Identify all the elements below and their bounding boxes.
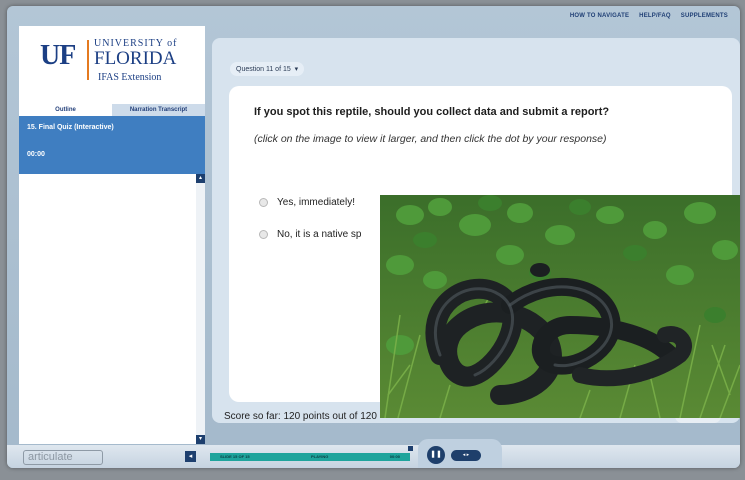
scroll-down-button[interactable]: ▾ [196, 435, 205, 444]
score-text: Score so far: 120 points out of 120 [224, 411, 377, 422]
question-selector-label: Question 11 of 15 [236, 66, 291, 73]
snake-image [380, 195, 740, 418]
volume-icon[interactable]: ◂ [185, 451, 196, 462]
tab-outline[interactable]: Outline [19, 104, 112, 116]
question-instruction: (click on the image to view it larger, a… [254, 133, 607, 145]
progress-time-label: 00:00 [389, 454, 400, 459]
radio-button[interactable] [259, 198, 268, 207]
logo-divider [87, 40, 89, 80]
progress-slide-label: SLIDE 15 OF 15 [220, 454, 250, 459]
progress-marker[interactable] [408, 446, 413, 451]
prev-next-buttons[interactable]: ◂ ▸ [451, 450, 481, 461]
radio-button[interactable] [259, 230, 268, 239]
supplements-link[interactable]: SUPPLEMENTS [681, 13, 728, 19]
help-faq-link[interactable]: HELP/FAQ [639, 13, 671, 19]
logo-florida: FLORIDA [94, 48, 177, 69]
answer-label: No, it is a native sp [277, 229, 362, 240]
pause-icon[interactable]: ❚❚ [427, 446, 445, 464]
tab-narration-transcript[interactable]: Narration Transcript [112, 104, 205, 116]
snake-photo[interactable] [380, 195, 740, 418]
how-to-navigate-link[interactable]: HOW TO NAVIGATE [570, 13, 629, 19]
outline-item-final-quiz[interactable]: 15. Final Quiz (Interactive) [27, 124, 114, 131]
player-frame: HOW TO NAVIGATE HELP/FAQ SUPPLEMENTS UF … [7, 6, 740, 468]
slide-progress-bar[interactable]: SLIDE 15 OF 15 PLAYING 00:00 [210, 453, 410, 461]
articulate-logo: articulate [23, 450, 103, 465]
answer-label: Yes, immediately! [277, 197, 355, 208]
player-controls-bar: articulate ◂ SLIDE 15 OF 15 PLAYING 00:0… [7, 439, 740, 468]
scroll-up-button[interactable]: ▴ [196, 174, 205, 183]
progress-status-label: PLAYING [310, 454, 329, 459]
answer-option-no[interactable]: No, it is a native sp [259, 229, 361, 240]
sidebar: UF UNIVERSITY of FLORIDA IFAS Extension … [19, 26, 205, 444]
question-selector-dropdown[interactable]: Question 11 of 15 ▾ [230, 62, 305, 76]
sidebar-tabs: Outline Narration Transcript [19, 104, 205, 116]
logo-mark: UF [40, 40, 76, 71]
outline-panel: 15. Final Quiz (Interactive) 00:00 [19, 116, 205, 174]
sidebar-scrollbar[interactable]: ▴ ▾ [196, 174, 205, 444]
answer-option-yes[interactable]: Yes, immediately! [259, 197, 355, 208]
outline-time: 00:00 [27, 151, 45, 158]
articulate-brand: articulate [28, 451, 73, 463]
chevron-down-icon: ▾ [292, 66, 299, 73]
uf-ifas-logo: UF UNIVERSITY of FLORIDA IFAS Extension [19, 26, 205, 96]
top-nav: HOW TO NAVIGATE HELP/FAQ SUPPLEMENTS [570, 13, 728, 19]
question-text: If you spot this reptile, should you col… [254, 106, 610, 118]
logo-ifas: IFAS Extension [98, 72, 162, 83]
